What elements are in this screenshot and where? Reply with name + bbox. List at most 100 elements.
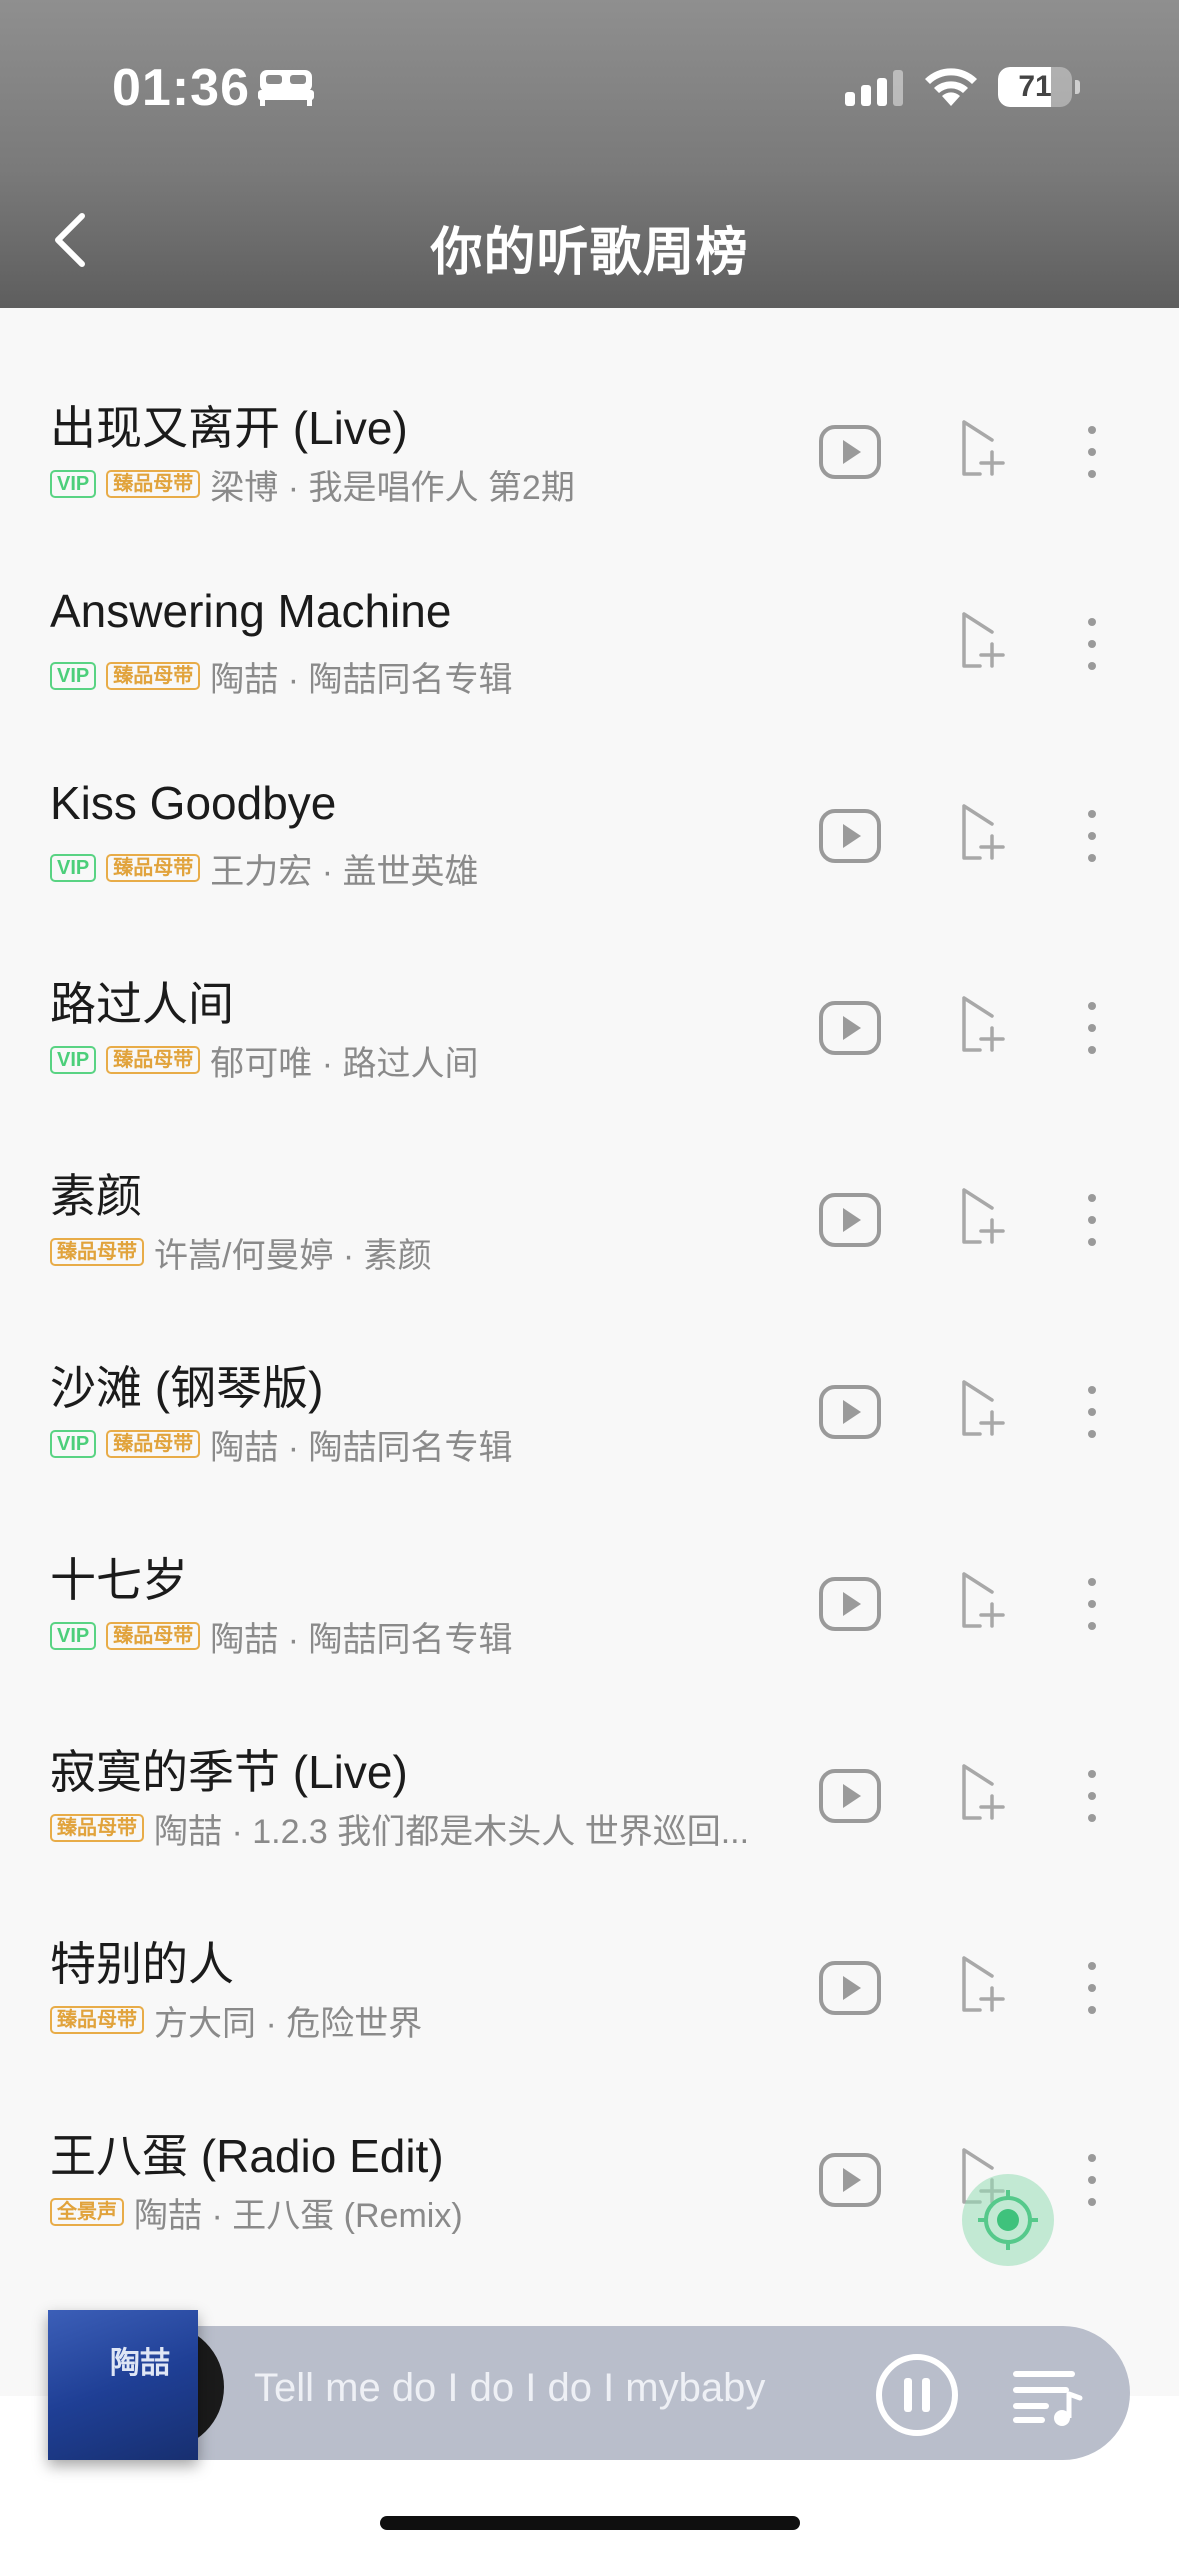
quality-badge: 臻品母带 (50, 1814, 144, 1842)
song-meta: VIP 臻品母带 王力宏 · 盖世英雄 (50, 848, 478, 891)
quality-badge: 臻品母带 (106, 1622, 201, 1650)
more-vertical-icon[interactable] (1080, 1766, 1104, 1826)
pause-button[interactable] (874, 2352, 960, 2438)
song-row[interactable]: 十七岁 VIP 臻品母带 陶喆 · 陶喆同名专辑 (0, 1508, 1179, 1700)
top-header: 01:36 71 你的听歌周榜 (0, 0, 1179, 308)
status-time: 01:36 (112, 59, 250, 117)
signal-icon (845, 70, 903, 106)
quality-badge: 臻品母带 (50, 2006, 144, 2034)
artist-album: 方大同 · 危险世界 (154, 2004, 423, 2043)
play-video-icon[interactable] (818, 808, 882, 864)
current-lyric: Tell me do I do I do I mybaby (254, 2366, 766, 2410)
artist-album: 陶喆 · 1.2.3 我们都是木头人 世界巡回... (154, 1812, 750, 1851)
vip-badge: VIP (50, 1622, 97, 1650)
song-row[interactable]: Answering Machine VIP 臻品母带 陶喆 · 陶喆同名专辑 (0, 548, 1179, 740)
song-meta: VIP 臻品母带 陶喆 · 陶喆同名专辑 (50, 1424, 512, 1467)
more-vertical-icon[interactable] (1080, 1574, 1104, 1634)
artist-album: 陶喆 · 王八蛋 (Remix) (134, 2196, 463, 2235)
artist-album: 梁博 · 我是唱作人 第2期 (210, 468, 575, 507)
song-row[interactable]: 特别的人臻品母带 方大同 · 危险世界 (0, 1892, 1179, 2084)
song-row[interactable]: 素颜臻品母带 许嵩/何曼婷 · 素颜 (0, 1124, 1179, 1316)
song-row[interactable]: Kiss Goodbye VIP 臻品母带 王力宏 · 盖世英雄 (0, 740, 1179, 932)
wifi-icon (925, 68, 977, 106)
play-video-icon[interactable] (818, 2152, 882, 2208)
more-vertical-icon[interactable] (1080, 998, 1104, 1058)
bed-icon (258, 70, 314, 106)
quality-badge: 臻品母带 (50, 1238, 144, 1266)
song-title: 路过人间 (50, 978, 234, 1030)
more-vertical-icon[interactable] (1080, 806, 1104, 866)
song-meta: VIP 臻品母带 陶喆 · 陶喆同名专辑 (50, 1616, 512, 1659)
song-title: 出现又离开 (Live) (50, 402, 408, 454)
more-vertical-icon[interactable] (1080, 422, 1104, 482)
play-video-icon[interactable] (818, 1768, 882, 1824)
vip-badge: VIP (50, 470, 97, 498)
song-row[interactable]: 路过人间 VIP 臻品母带 郁可唯 · 路过人间 (0, 932, 1179, 1124)
add-to-playlist-icon[interactable] (960, 1378, 1010, 1440)
song-title: 十七岁 (50, 1554, 188, 1606)
more-vertical-icon[interactable] (1080, 1382, 1104, 1442)
quality-badge: 臻品母带 (106, 1430, 201, 1458)
play-video-icon[interactable] (818, 1960, 882, 2016)
album-cover-text: 陶喆 (110, 2347, 170, 2380)
quality-badge: 全景声 (50, 2198, 124, 2226)
vip-badge: VIP (50, 662, 97, 690)
artist-album: 王力宏 · 盖世英雄 (210, 852, 479, 891)
more-vertical-icon[interactable] (1080, 2150, 1104, 2210)
song-meta: VIP 臻品母带 梁博 · 我是唱作人 第2期 (50, 464, 575, 507)
play-video-icon[interactable] (818, 1000, 882, 1056)
song-row[interactable]: 出现又离开 (Live) VIP 臻品母带 梁博 · 我是唱作人 第2期 (0, 356, 1179, 548)
song-title: 素颜 (50, 1170, 142, 1222)
add-to-playlist-icon[interactable] (960, 418, 1010, 480)
song-meta: 臻品母带 陶喆 · 1.2.3 我们都是木头人 世界巡回... (50, 1808, 749, 1851)
more-vertical-icon[interactable] (1080, 1190, 1104, 1250)
add-to-playlist-icon[interactable] (960, 1954, 1010, 2016)
add-to-playlist-icon[interactable] (960, 1762, 1010, 1824)
vip-badge: VIP (50, 1046, 97, 1074)
play-video-icon[interactable] (818, 1576, 882, 1632)
song-title: 沙滩 (钢琴版) (50, 1362, 324, 1414)
artist-album: 陶喆 · 陶喆同名专辑 (210, 660, 513, 699)
song-list: 出现又离开 (Live) VIP 臻品母带 梁博 · 我是唱作人 第2期 Answeri… (0, 308, 1179, 2298)
play-video-icon[interactable] (818, 1192, 882, 1248)
artist-album: 陶喆 · 陶喆同名专辑 (210, 1620, 513, 1659)
play-video-icon[interactable] (818, 1384, 882, 1440)
more-vertical-icon[interactable] (1080, 614, 1104, 674)
battery-percent: 71 (1018, 70, 1052, 103)
add-to-playlist-icon[interactable] (960, 1570, 1010, 1632)
locate-current-button[interactable] (962, 2174, 1054, 2266)
artist-album: 许嵩/何曼婷 · 素颜 (154, 1236, 432, 1275)
song-row[interactable]: 沙滩 (钢琴版) VIP 臻品母带 陶喆 · 陶喆同名专辑 (0, 1316, 1179, 1508)
song-title: 寂寞的季节 (Live) (50, 1746, 408, 1798)
add-to-playlist-icon[interactable] (960, 994, 1010, 1056)
song-meta: 臻品母带 许嵩/何曼婷 · 素颜 (50, 1232, 432, 1275)
battery-indicator: 71 (998, 67, 1080, 107)
locate-icon (978, 2190, 1038, 2250)
song-meta: 全景声 陶喆 · 王八蛋 (Remix) (50, 2192, 463, 2235)
song-title: Kiss Goodbye (50, 777, 337, 829)
add-to-playlist-icon[interactable] (960, 802, 1010, 864)
album-cover[interactable]: 陶喆 (48, 2310, 198, 2460)
song-row[interactable]: 寂寞的季节 (Live) 臻品母带 陶喆 · 1.2.3 我们都是木头人 世界巡回.… (0, 1700, 1179, 1892)
vip-badge: VIP (50, 854, 97, 882)
song-title: Answering Machine (50, 585, 452, 637)
page-title: 你的听歌周榜 (430, 224, 749, 282)
artist-album: 郁可唯 · 路过人间 (210, 1044, 479, 1083)
artist-album: 陶喆 · 陶喆同名专辑 (210, 1428, 513, 1467)
song-title: 特别的人 (50, 1938, 234, 1990)
more-vertical-icon[interactable] (1080, 1958, 1104, 2018)
quality-badge: 臻品母带 (106, 1046, 201, 1074)
quality-badge: 臻品母带 (106, 470, 201, 498)
song-meta: VIP 臻品母带 陶喆 · 陶喆同名专辑 (50, 656, 512, 699)
song-meta: VIP 臻品母带 郁可唯 · 路过人间 (50, 1040, 478, 1083)
add-to-playlist-icon[interactable] (960, 610, 1010, 672)
add-to-playlist-icon[interactable] (960, 1186, 1010, 1248)
playlist-button[interactable] (1012, 2364, 1084, 2428)
quality-badge: 臻品母带 (106, 854, 201, 882)
play-video-icon[interactable] (818, 424, 882, 480)
home-indicator (380, 2516, 800, 2530)
song-meta: 臻品母带 方大同 · 危险世界 (50, 2000, 422, 2043)
quality-badge: 臻品母带 (106, 662, 201, 690)
vip-badge: VIP (50, 1430, 97, 1458)
song-title: 王八蛋 (Radio Edit) (50, 2130, 444, 2182)
